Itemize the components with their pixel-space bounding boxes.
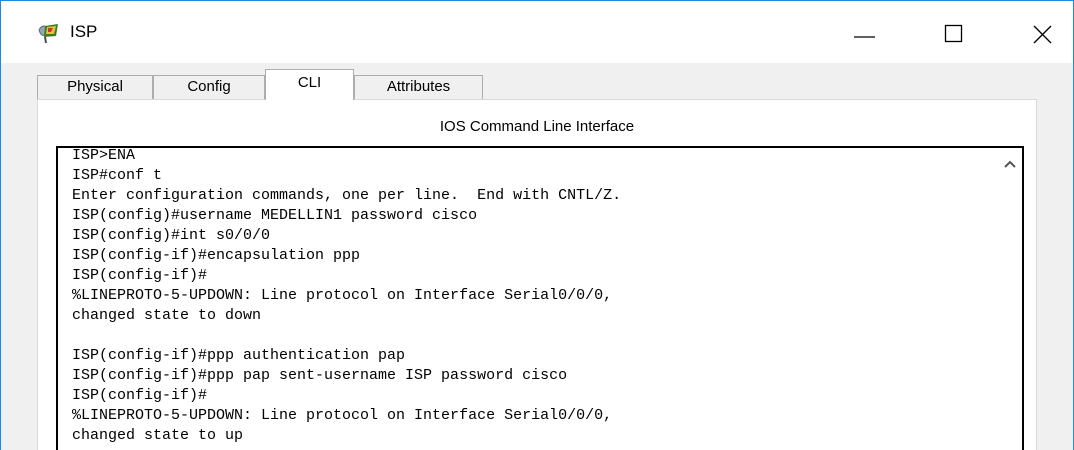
- title-bar[interactable]: ISP: [1, 1, 1073, 63]
- close-button[interactable]: [1021, 1, 1067, 63]
- app-window: ISP Physical Config CLI Attributes IOS C…: [0, 0, 1074, 450]
- minimize-button[interactable]: [840, 1, 886, 63]
- tab-physical[interactable]: Physical: [37, 75, 153, 99]
- vertical-scrollbar[interactable]: [998, 148, 1022, 450]
- cli-terminal[interactable]: ISP>ENA ISP#conf t Enter configuration c…: [56, 146, 1024, 450]
- router-device-icon: [36, 21, 66, 45]
- maximize-icon: [944, 24, 963, 43]
- tab-cli[interactable]: CLI: [265, 69, 354, 100]
- minimize-icon: [854, 36, 875, 38]
- close-icon: [1033, 25, 1052, 44]
- device-body: Physical Config CLI Attributes IOS Comma…: [1, 63, 1073, 450]
- cli-panel: IOS Command Line Interface ISP>ENA ISP#c…: [37, 99, 1037, 450]
- maximize-button[interactable]: [930, 1, 976, 63]
- panel-heading: IOS Command Line Interface: [439, 118, 635, 135]
- tab-config[interactable]: Config: [153, 75, 265, 99]
- window-title: ISP: [70, 22, 98, 41]
- tab-attributes[interactable]: Attributes: [354, 75, 483, 99]
- scroll-up-arrow-icon[interactable]: [1002, 158, 1018, 170]
- tab-bar: Physical Config CLI Attributes: [37, 69, 1037, 100]
- terminal-output[interactable]: ISP>ENA ISP#conf t Enter configuration c…: [72, 146, 982, 446]
